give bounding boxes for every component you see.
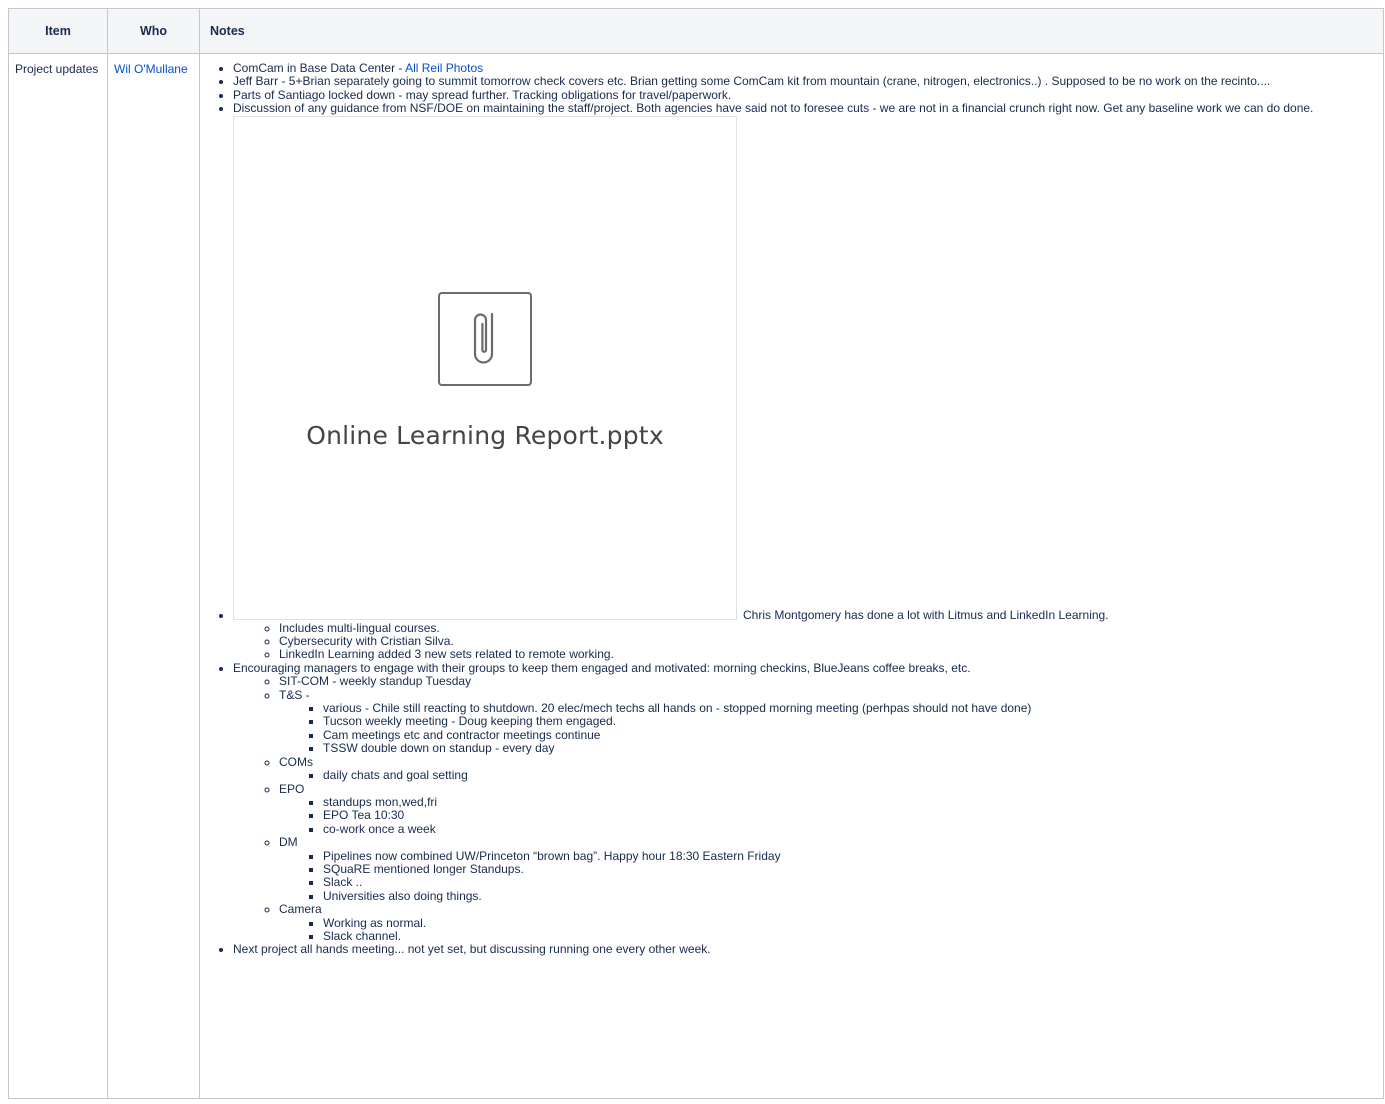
list-item-attachment: Online Learning Report.pptx Chris Montgo… (233, 115, 1377, 662)
group-label-coms: COMs (279, 754, 313, 769)
group-label-dm: DM (279, 835, 298, 850)
who-cell: Wil O'Mullane (107, 53, 200, 1099)
sub-sub-list-item: SQuaRE mentioned longer Standups. (323, 862, 1377, 876)
group-label-camera: Camera (279, 902, 322, 917)
attachment-preview[interactable]: Online Learning Report.pptx (233, 115, 737, 620)
attachment-filename: Online Learning Report.pptx (306, 420, 664, 450)
sub-sub-list-item: EPO Tea 10:30 (323, 808, 1377, 822)
sub-sub-list-item: Universities also doing things. (323, 889, 1377, 903)
list-item: Parts of Santiago locked down - may spre… (233, 88, 1377, 102)
sub-sub-list-item: co-work once a week (323, 822, 1377, 836)
sub-sub-list-item: TSSW double down on standup - every day (323, 741, 1377, 755)
managers-text: Encouraging managers to engage with thei… (233, 660, 971, 675)
sub-sub-list-item: standups mon,wed,fri (323, 795, 1377, 809)
sub-list: SIT-COM - weekly standup Tuesday T&S - v… (233, 674, 1377, 944)
column-header-item[interactable]: Item (8, 8, 108, 54)
sub-sub-list: various - Chile still reacting to shutdo… (279, 701, 1377, 756)
attachment-caption: Chris Montgomery has done a lot with Lit… (743, 607, 1109, 622)
sub-sub-list-item: Working as normal. (323, 916, 1377, 930)
sub-list-item: Camera Working as normal. Slack channel. (279, 902, 1377, 944)
list-item: Encouraging managers to engage with thei… (233, 660, 1377, 944)
list-item: Next project all hands meeting... not ye… (233, 942, 1377, 956)
sub-list-item: EPO standups mon,wed,fri EPO Tea 10:30 c… (279, 781, 1377, 837)
sub-list-item: SIT-COM - weekly standup Tuesday (279, 674, 1377, 688)
meeting-notes-table: Item Who Notes Project updates Wil O'Mul… (8, 8, 1384, 1099)
notes-cell: ComCam in Base Data Center - All Reil Ph… (199, 53, 1384, 1099)
column-header-notes[interactable]: Notes (199, 8, 1384, 54)
sub-sub-list: Pipelines now combined UW/Princeton “bro… (279, 849, 1377, 904)
sub-sub-list-item: Cam meetings etc and contractor meetings… (323, 728, 1377, 742)
sub-list-item: DM Pipelines now combined UW/Princeton “… (279, 835, 1377, 904)
sub-sub-list: daily chats and goal setting (279, 768, 1377, 782)
sub-sub-list: Working as normal. Slack channel. (279, 916, 1377, 944)
sub-sub-list-item: Slack .. (323, 875, 1377, 889)
column-header-who[interactable]: Who (107, 8, 200, 54)
sub-sub-list-item: Tucson weekly meeting - Doug keeping the… (323, 715, 1377, 729)
sub-list: Includes multi-lingual courses. Cybersec… (233, 621, 1377, 662)
list-item: Jeff Barr - 5+Brian separately going to … (233, 74, 1377, 88)
list-item: Discussion of any guidance from NSF/DOE … (233, 101, 1377, 115)
table-row: Project updates Wil O'Mullane ComCam in … (8, 53, 1384, 1099)
user-link-wil-omullane[interactable]: Wil O'Mullane (114, 62, 188, 76)
sub-list-item: Cybersecurity with Cristian Silva. (279, 634, 1377, 648)
notes-list: ComCam in Base Data Center - All Reil Ph… (206, 61, 1377, 957)
sub-sub-list-item: Slack channel. (323, 929, 1377, 943)
sub-sub-list-item: daily chats and goal setting (323, 768, 1377, 782)
sub-sub-list: standups mon,wed,fri EPO Tea 10:30 co-wo… (279, 795, 1377, 836)
table-header-row: Item Who Notes (8, 8, 1384, 54)
paperclip-icon (438, 291, 532, 386)
item-cell: Project updates (8, 53, 108, 1099)
group-label-epo: EPO (279, 781, 305, 796)
list-item: ComCam in Base Data Center - All Reil Ph… (233, 61, 1377, 75)
comcam-text: ComCam in Base Data Center - (233, 61, 406, 75)
sub-list-item: LinkedIn Learning added 3 new sets relat… (279, 648, 1377, 662)
sub-sub-list-item: various - Chile still reacting to shutdo… (323, 701, 1377, 715)
sub-sub-list-item: Pipelines now combined UW/Princeton “bro… (323, 849, 1377, 863)
all-reil-photos-link[interactable]: All Reil Photos (405, 61, 483, 75)
group-label-ts: T&S - (279, 687, 310, 702)
sub-list-item: T&S - various - Chile still reacting to … (279, 687, 1377, 756)
sub-list-item: COMs daily chats and goal setting (279, 754, 1377, 783)
sub-list-item: Includes multi-lingual courses. (279, 621, 1377, 635)
